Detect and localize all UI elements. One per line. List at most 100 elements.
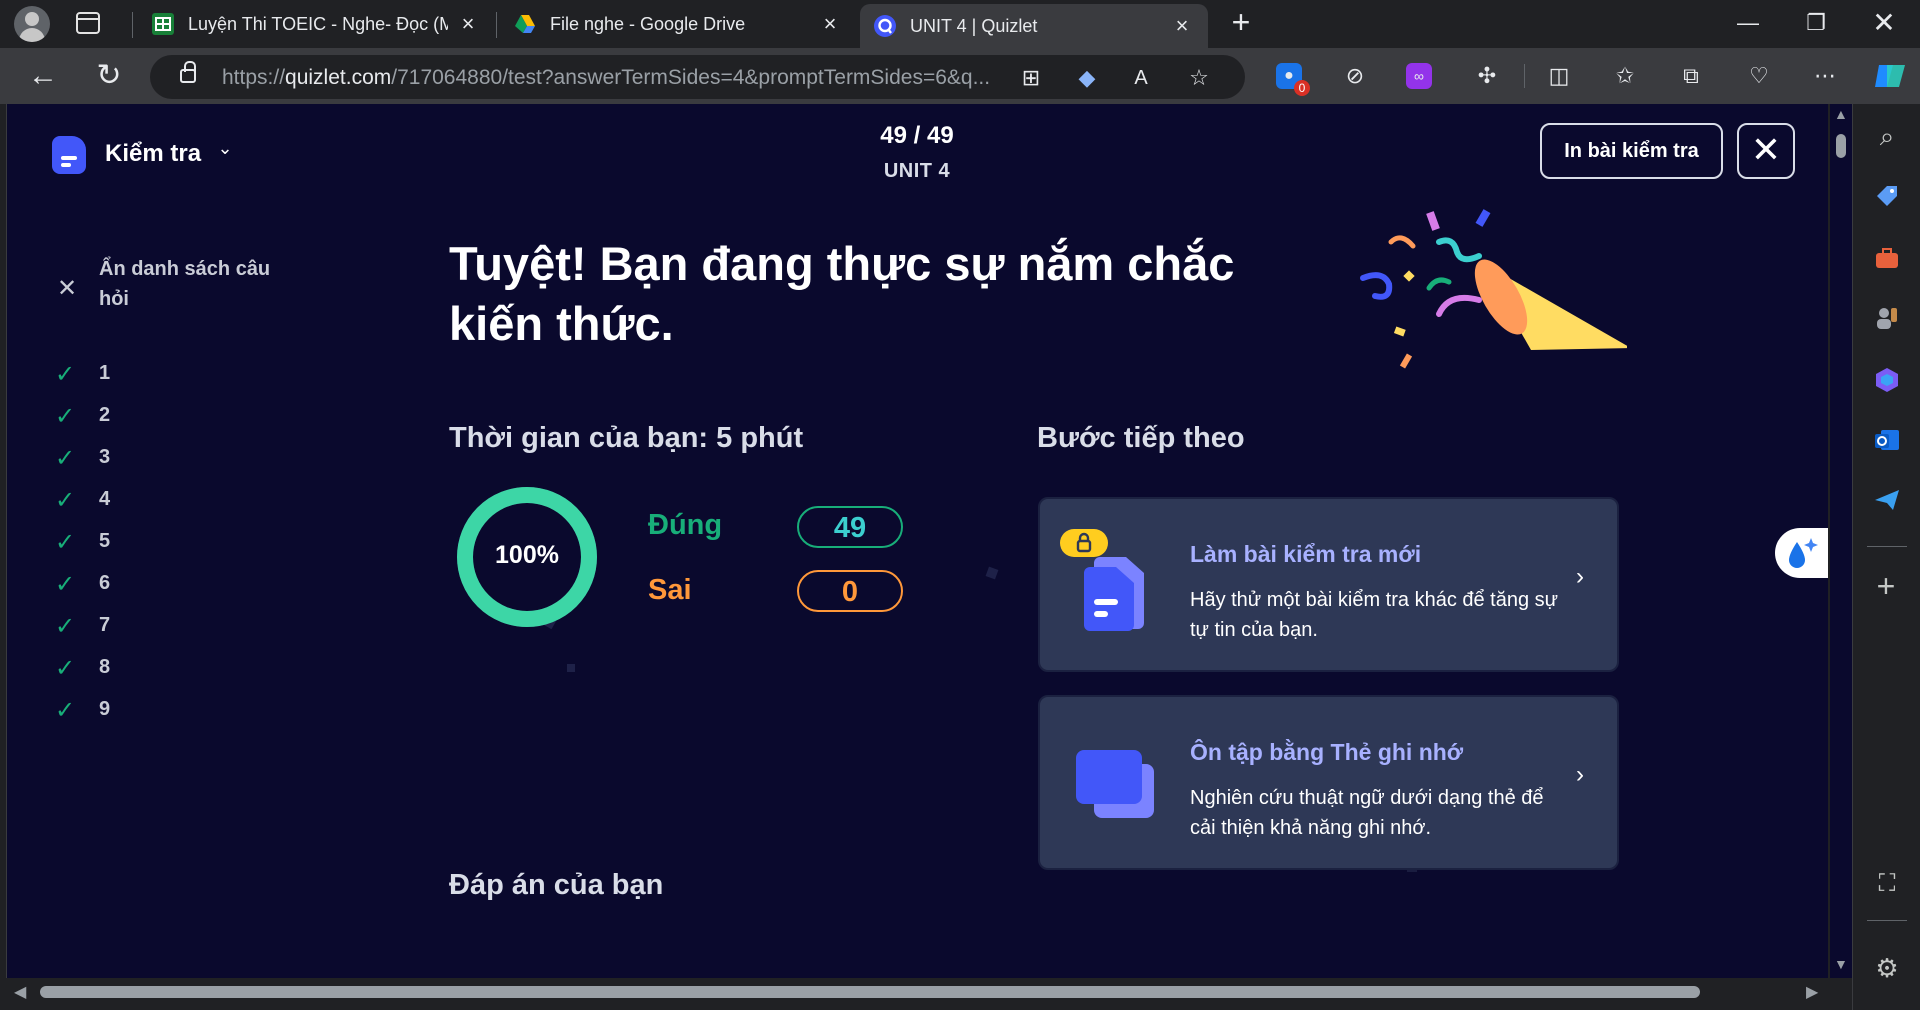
test-document-icon [1084, 557, 1144, 631]
question-item[interactable]: ✓ 1 [55, 362, 175, 390]
correct-count: 49 [797, 506, 903, 548]
purple-extension-icon[interactable]: ∞ [1406, 63, 1432, 89]
address-bar[interactable]: https://quizlet.com/717064880/test?answe… [150, 55, 1245, 99]
restore-button[interactable]: ❐ [1796, 8, 1836, 38]
print-test-button[interactable]: In bài kiểm tra [1540, 123, 1723, 179]
flashcards-card[interactable]: Ôn tập bằng Thẻ ghi nhớ Nghiên cứu thuật… [1038, 695, 1619, 870]
tab-title: UNIT 4 | Quizlet [910, 15, 1038, 36]
minimize-button[interactable]: — [1728, 8, 1768, 38]
settings-gear-icon[interactable]: ⚙ [1873, 954, 1901, 982]
test-mode-icon[interactable] [52, 136, 86, 174]
wrong-label: Sai [648, 574, 692, 606]
question-number: 6 [99, 572, 111, 594]
scroll-left-arrow[interactable]: ◀ [14, 982, 26, 1002]
floating-assistant-button[interactable] [1775, 528, 1828, 578]
profile-avatar[interactable] [14, 6, 50, 42]
collections-icon[interactable]: ⧉ [1676, 61, 1706, 91]
favorites-icon[interactable]: ✩ [1610, 61, 1640, 91]
card-description: Hãy thử một bài kiểm tra khác để tăng sự… [1190, 589, 1559, 641]
close-window-button[interactable]: ✕ [1864, 8, 1904, 38]
check-icon: ✓ [55, 361, 76, 388]
settings-more-icon[interactable]: ⋯ [1810, 61, 1840, 91]
toolbar-separator [1524, 64, 1525, 88]
question-number: 5 [99, 530, 111, 552]
google-drive-icon [514, 13, 536, 35]
tab-close-icon[interactable]: × [1170, 14, 1194, 38]
search-icon[interactable]: ⌕ [1873, 122, 1901, 150]
compass-extension-icon[interactable]: ⊘ [1340, 61, 1370, 91]
close-test-button[interactable]: ✕ [1737, 123, 1795, 179]
games-icon[interactable] [1873, 304, 1901, 332]
back-button[interactable]: ← [26, 60, 60, 94]
shopping-tag-icon[interactable] [1873, 182, 1901, 210]
question-number: 8 [99, 656, 111, 678]
split-screen-icon[interactable]: ◫ [1544, 61, 1574, 91]
tab-title: File nghe - Google Drive [550, 13, 746, 34]
question-number: 4 [99, 488, 111, 510]
browser-window: Luyện Thi TOEIC - Nghe- Đọc (M × File ng… [0, 0, 1920, 1010]
tab-google-drive[interactable]: File nghe - Google Drive × [500, 4, 856, 44]
correct-label: Đúng [648, 509, 723, 541]
question-item[interactable]: ✓ 3 [55, 446, 175, 474]
read-aloud-icon[interactable]: A [1128, 65, 1154, 91]
tab-quizlet[interactable]: UNIT 4 | Quizlet × [860, 4, 1208, 48]
google-sheets-icon [152, 13, 174, 35]
copilot-sidebar-icon[interactable] [1873, 366, 1901, 394]
scroll-up-arrow[interactable]: ▲ [1834, 106, 1848, 122]
card-title: Ôn tập bằng Thẻ ghi nhớ [1190, 739, 1464, 765]
party-popper-icon [1360, 209, 1627, 369]
new-test-card[interactable]: Làm bài kiểm tra mới Hãy thử một bài kiể… [1038, 497, 1619, 672]
question-item[interactable]: ✓ 5 [55, 530, 175, 558]
coupon-tag-icon[interactable]: ◆ [1074, 65, 1100, 91]
check-icon: ✓ [55, 445, 76, 472]
scroll-right-arrow[interactable]: ▶ [1806, 982, 1818, 1002]
address-toolbar: ← ↻ https://quizlet.com/717064880/test?a… [0, 48, 1920, 104]
tab-close-icon[interactable]: × [456, 12, 480, 36]
tools-briefcase-icon[interactable] [1873, 244, 1901, 272]
sparkle-drop-icon [1789, 538, 1818, 568]
your-answers-label: Đáp án của bạn [449, 869, 664, 901]
question-item[interactable]: ✓ 2 [55, 404, 175, 432]
question-number: 7 [99, 614, 111, 636]
horizontal-scrollbar[interactable]: ◀ ▶ [6, 978, 1828, 1004]
reload-button[interactable]: ↻ [92, 60, 126, 94]
browser-essentials-icon[interactable]: ♡ [1744, 61, 1774, 91]
tab-actions-icon[interactable] [76, 12, 100, 34]
check-icon: ✓ [55, 403, 76, 430]
copilot-icon[interactable] [1872, 61, 1908, 91]
vertical-scrollbar[interactable]: ▲ ▼ [1830, 104, 1852, 978]
question-item[interactable]: ✓ 6 [55, 572, 175, 600]
question-item[interactable]: ✓ 4 [55, 488, 175, 516]
scroll-down-arrow[interactable]: ▼ [1834, 956, 1848, 972]
app-available-icon[interactable]: ⊞ [1018, 65, 1044, 91]
lock-icon[interactable] [180, 61, 196, 83]
close-icon[interactable]: ✕ [57, 277, 77, 301]
check-icon: ✓ [55, 571, 76, 598]
extensions-puzzle-icon[interactable]: ✣ [1472, 61, 1502, 91]
send-telegram-icon[interactable] [1873, 486, 1901, 514]
screenshot-icon[interactable]: ⛶ [1873, 870, 1901, 898]
question-item[interactable]: ✓ 8 [55, 656, 175, 684]
tab-strip: Luyện Thi TOEIC - Nghe- Đọc (M × File ng… [0, 0, 1920, 48]
url-text[interactable]: https://quizlet.com/717064880/test?answe… [222, 66, 990, 90]
hide-list-label[interactable]: Ẩn danh sách câu hỏi [99, 254, 299, 314]
outlook-icon[interactable] [1873, 426, 1901, 454]
chevron-down-icon[interactable]: ⌄ [213, 136, 237, 160]
check-icon: ✓ [55, 529, 76, 556]
sidebar-separator [1867, 920, 1907, 921]
new-tab-button[interactable]: + [1226, 6, 1256, 38]
edge-sidebar: ⌕ + ⛶ ⚙ [1852, 104, 1920, 1010]
tab-toeic-sheet[interactable]: Luyện Thi TOEIC - Nghe- Đọc (M × [138, 4, 494, 44]
question-number: 2 [99, 404, 111, 426]
set-title: UNIT 4 [883, 160, 951, 182]
horizontal-scroll-thumb[interactable] [40, 986, 1700, 998]
add-sidebar-app-icon[interactable]: + [1871, 570, 1901, 602]
question-item[interactable]: ✓ 9 [55, 698, 175, 726]
question-item[interactable]: ✓ 7 [55, 614, 175, 642]
mode-label[interactable]: Kiểm tra [105, 140, 201, 168]
tab-close-icon[interactable]: × [818, 12, 842, 36]
quizlet-page: Kiểm tra ⌄ 49 / 49 UNIT 4 In bài kiểm tr… [6, 104, 1828, 978]
favorite-star-icon[interactable]: ☆ [1186, 65, 1212, 91]
question-number: 9 [99, 698, 111, 720]
vertical-scroll-thumb[interactable] [1836, 134, 1846, 158]
